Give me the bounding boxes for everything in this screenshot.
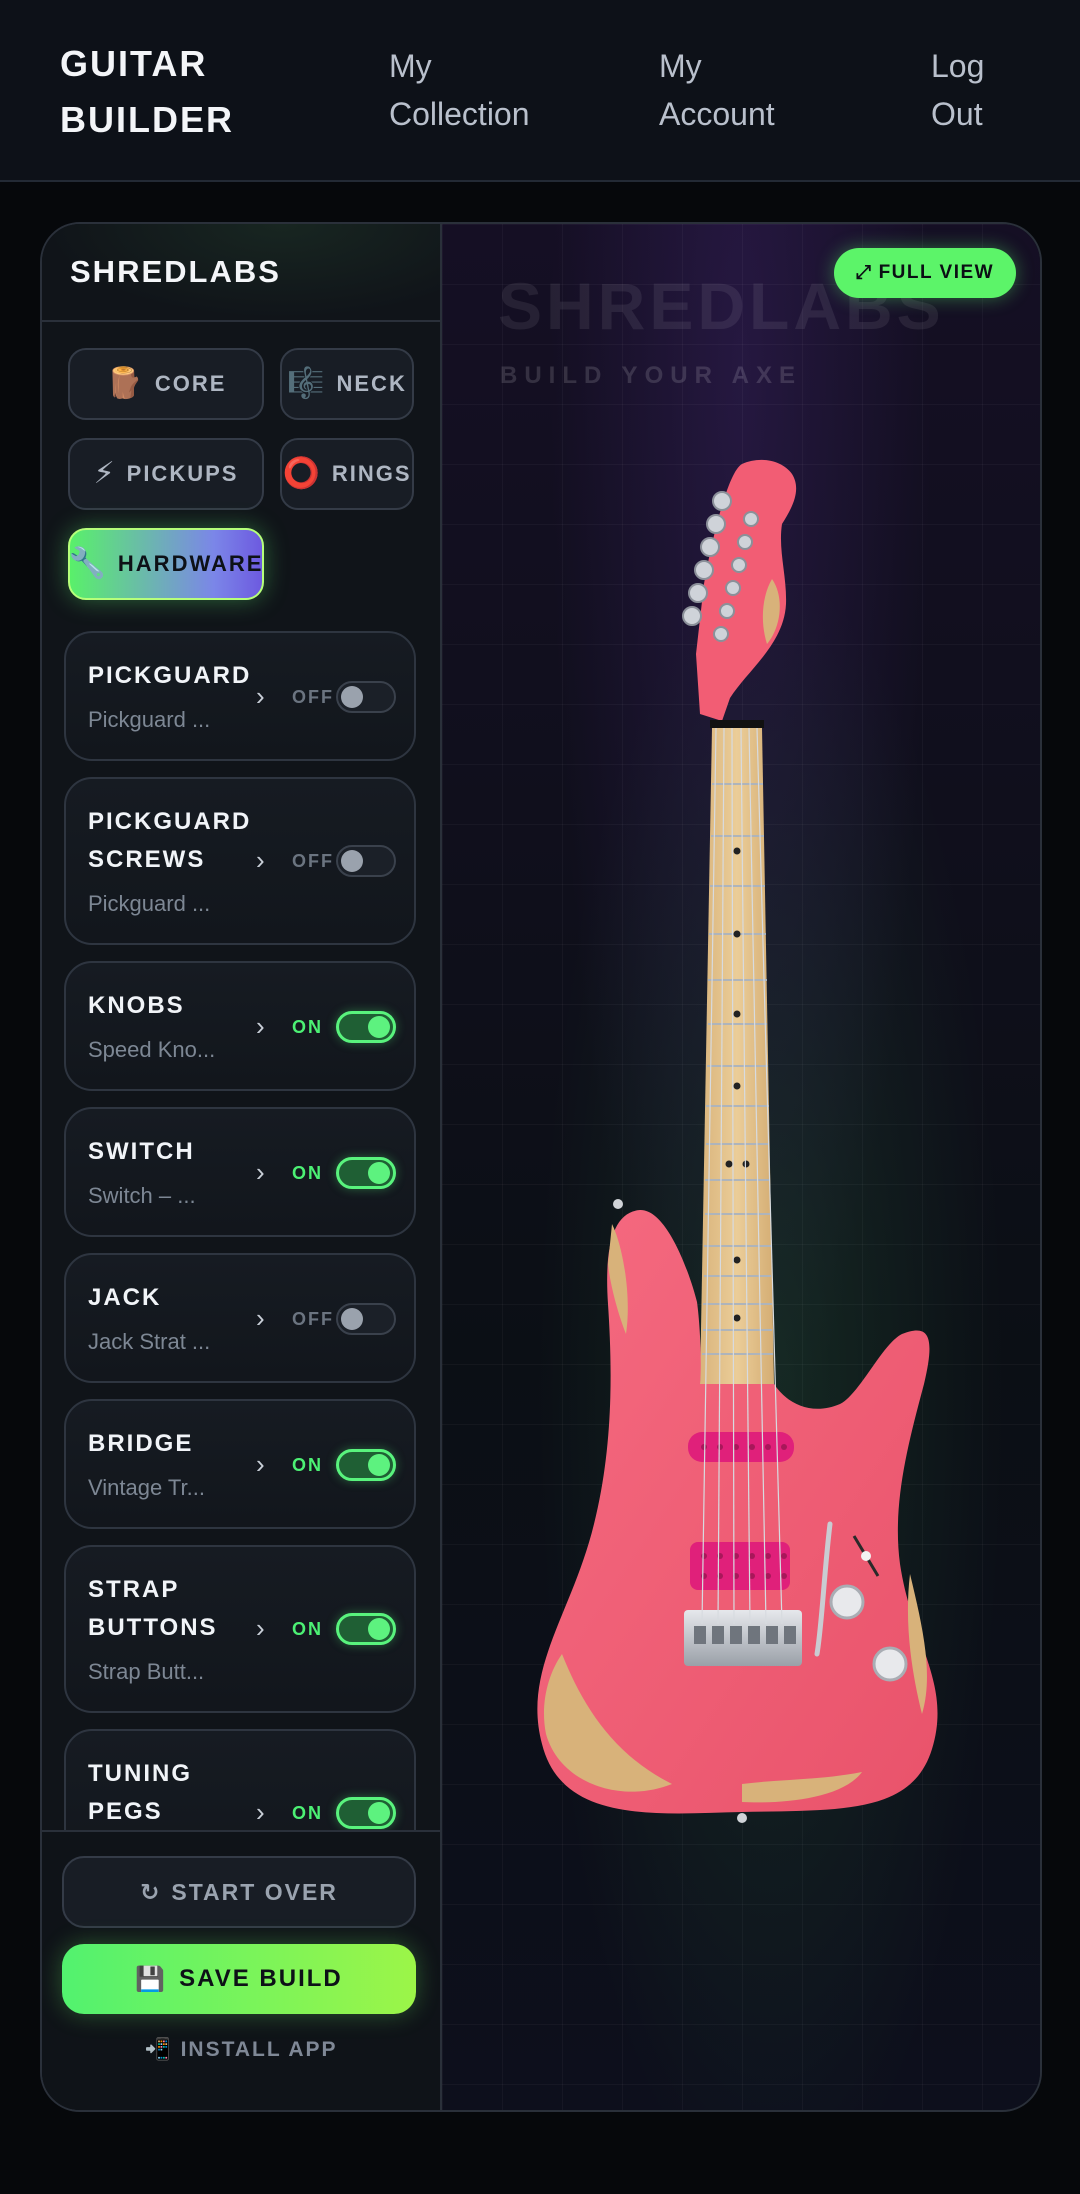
nut [710, 720, 764, 728]
part-name: SWITCH [88, 1138, 195, 1165]
part-toggle[interactable] [336, 1797, 396, 1829]
chevron-right-icon[interactable]: › [256, 1449, 265, 1480]
tab-core[interactable]: 🪵 CORE [68, 348, 264, 420]
nav-my-account[interactable]: My Account [659, 42, 775, 138]
toggle-knob [368, 1802, 390, 1824]
part-description: Pickguard ... [88, 707, 211, 732]
floppy-disk-icon: 💾 [135, 1965, 168, 1993]
part-description: Vintage Tr... [88, 1475, 206, 1500]
part-card-strap-buttons[interactable]: STRAP BUTTONS Strap Butt... › ON [64, 1545, 416, 1713]
toggle-state-label: OFF [292, 1309, 334, 1329]
part-toggle[interactable] [336, 1157, 396, 1189]
sheet-music-icon: 🎼 [287, 367, 327, 400]
tab-label: CORE [154, 371, 227, 396]
part-toggle[interactable] [336, 1613, 396, 1645]
toggle-state-label: ON [292, 1163, 323, 1183]
part-toggle[interactable] [336, 1449, 396, 1481]
part-name: TUNING PEGS [88, 1760, 192, 1825]
tone-knob [872, 1646, 908, 1682]
builder-sidebar: SHREDLABS 🪵 CORE 🎼 NECK ⚡ PICKUPS ⭕ RING… [42, 224, 442, 2110]
sidebar-header: SHREDLABS [42, 224, 440, 322]
toggle-knob [368, 1618, 390, 1640]
app-logo-title[interactable]: GUITAR BUILDER [60, 36, 234, 148]
part-description: Speed Kno... [88, 1037, 216, 1062]
part-card-switch[interactable]: SWITCH Switch – ... › ON [64, 1107, 416, 1237]
tab-label: PICKUPS [126, 461, 239, 486]
chevron-right-icon[interactable]: › [256, 1303, 265, 1334]
part-card-pickguard-screws[interactable]: PICKGUARD SCREWS Pickguard ... › OFF [64, 777, 416, 945]
part-toggle[interactable] [336, 1011, 396, 1043]
chevron-right-icon[interactable]: › [256, 681, 265, 712]
toggle-knob [368, 1454, 390, 1476]
toggle-state-label: OFF [292, 687, 334, 707]
guitar-render[interactable] [442, 224, 1040, 2110]
start-over-button[interactable]: ↻ START OVER [62, 1856, 416, 1928]
chevron-right-icon[interactable]: › [256, 1011, 265, 1042]
toggle-knob [341, 850, 363, 872]
part-card-pickguard[interactable]: PICKGUARD Pickguard ... › OFF [64, 631, 416, 761]
part-card-bridge[interactable]: BRIDGE Vintage Tr... › ON [64, 1399, 416, 1529]
button-label: INSTALL APP [180, 2038, 338, 2061]
tab-label: HARDWARE [117, 551, 264, 576]
part-description: Jack Strat ... [88, 1329, 211, 1354]
phone-install-icon: 📲 [144, 2038, 173, 2061]
part-toggle[interactable] [336, 1303, 396, 1335]
part-name: JACK [88, 1284, 162, 1311]
part-name: BRIDGE [88, 1430, 194, 1457]
part-description: Pickguard ... [88, 891, 211, 916]
top-nav-bar: GUITAR BUILDER My Collection My Account … [0, 0, 1080, 182]
toggle-state-label: ON [292, 1619, 323, 1639]
toggle-knob [368, 1162, 390, 1184]
toggle-state-label: OFF [292, 851, 334, 871]
ring-icon: ⭕ [282, 457, 322, 490]
part-description: Strap Butt... [88, 1659, 205, 1684]
part-name: PICKGUARD SCREWS [88, 808, 252, 873]
builder-panel: SHREDLABS 🪵 CORE 🎼 NECK ⚡ PICKUPS ⭕ RING… [40, 222, 1042, 2112]
volume-knob [829, 1584, 865, 1620]
tab-label: RINGS [331, 461, 412, 486]
wood-log-icon: 🪵 [105, 367, 145, 400]
part-card-knobs[interactable]: KNOBS Speed Kno... › ON [64, 961, 416, 1091]
tab-neck[interactable]: 🎼 NECK [280, 348, 414, 420]
button-label: SAVE BUILD [179, 1965, 343, 1992]
toggle-state-label: ON [292, 1017, 323, 1037]
tab-label: NECK [336, 371, 407, 396]
chevron-right-icon[interactable]: › [256, 1797, 265, 1828]
wrench-icon: 🔧 [68, 547, 108, 580]
toggle-knob [341, 1308, 363, 1330]
save-build-button[interactable]: 💾 SAVE BUILD [62, 1944, 416, 2014]
chevron-right-icon[interactable]: › [256, 845, 265, 876]
button-label: START OVER [171, 1878, 338, 1905]
part-name: STRAP BUTTONS [88, 1576, 218, 1641]
part-description: Switch – ... [88, 1183, 196, 1208]
toggle-state-label: ON [292, 1803, 323, 1823]
headstock [696, 459, 797, 721]
sidebar-footer: ↻ START OVER 💾 SAVE BUILD 📲 INSTALL APP [42, 1830, 440, 2110]
nav-my-collection[interactable]: My Collection [389, 42, 530, 138]
toggle-knob [368, 1016, 390, 1038]
nav-log-out[interactable]: Log Out [931, 42, 984, 138]
part-toggle[interactable] [336, 681, 396, 713]
reset-icon: ↻ [140, 1878, 162, 1905]
part-name: KNOBS [88, 992, 185, 1019]
strap-button [737, 1813, 747, 1823]
part-card-jack[interactable]: JACK Jack Strat ... › OFF [64, 1253, 416, 1383]
tab-hardware[interactable]: 🔧 HARDWARE [68, 528, 264, 600]
chevron-right-icon[interactable]: › [256, 1613, 265, 1644]
install-app-button[interactable]: 📲 INSTALL APP [42, 2030, 440, 2070]
toggle-knob [341, 686, 363, 708]
switch-tip [861, 1551, 871, 1561]
tab-pickups[interactable]: ⚡ PICKUPS [68, 438, 264, 510]
toggle-state-label: ON [292, 1455, 323, 1475]
bridge-pickup [690, 1542, 790, 1590]
strap-button [613, 1199, 623, 1209]
tab-rings[interactable]: ⭕ RINGS [280, 438, 414, 510]
part-name: PICKGUARD [88, 662, 252, 689]
chevron-right-icon[interactable]: › [256, 1157, 265, 1188]
lightning-icon: ⚡ [93, 457, 117, 490]
guitar-preview-stage[interactable]: SHREDLABS BUILD YOUR AXE ⤢ FULL VIEW [442, 224, 1040, 2110]
sidebar-title: SHREDLABS [70, 254, 281, 289]
part-toggle[interactable] [336, 845, 396, 877]
